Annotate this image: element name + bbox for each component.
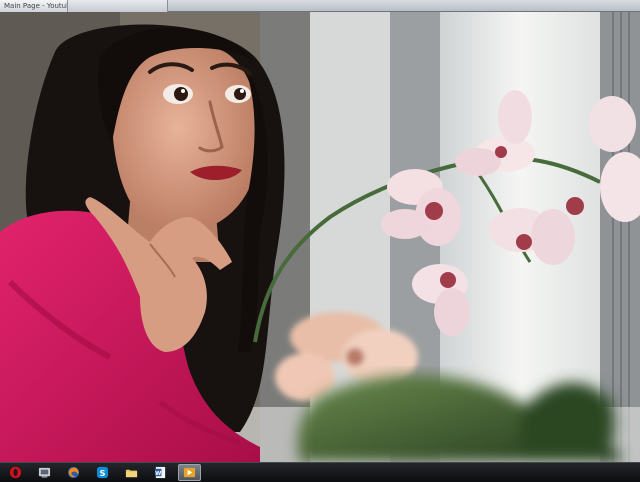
right-eye-highlight bbox=[240, 89, 244, 93]
top-tab[interactable]: Main Page - Youtube bbox=[0, 0, 68, 12]
left-pupil bbox=[174, 87, 188, 101]
taskbar-file-explorer[interactable] bbox=[120, 464, 143, 481]
taskbar: S W bbox=[0, 462, 640, 482]
left-eye-highlight bbox=[181, 89, 185, 93]
file-explorer-icon bbox=[125, 469, 138, 478]
video-scene bbox=[0, 12, 640, 462]
firefox-icon bbox=[67, 466, 80, 479]
right-pupil bbox=[234, 88, 246, 100]
svg-text:W: W bbox=[155, 471, 161, 477]
opera-icon bbox=[9, 466, 22, 479]
top-tab-label: Main Page - Youtube bbox=[4, 2, 68, 10]
taskbar-opera[interactable] bbox=[4, 464, 27, 481]
word-icon: W bbox=[154, 466, 166, 479]
taskbar-skype[interactable]: S bbox=[91, 464, 114, 481]
taskbar-firefox[interactable] bbox=[62, 464, 85, 481]
taskbar-video-player[interactable] bbox=[178, 464, 201, 481]
orchid-leaves bbox=[298, 374, 620, 462]
video-player-icon bbox=[183, 467, 196, 478]
taskbar-word[interactable]: W bbox=[149, 464, 172, 481]
svg-text:S: S bbox=[99, 468, 105, 478]
media-player-icon bbox=[38, 467, 51, 478]
skype-icon: S bbox=[96, 466, 109, 479]
video-frame[interactable] bbox=[0, 12, 640, 462]
top-tab-blank[interactable] bbox=[68, 0, 168, 12]
taskbar-media-player[interactable] bbox=[33, 464, 56, 481]
top-browser-bar: Main Page - Youtube bbox=[0, 0, 640, 12]
